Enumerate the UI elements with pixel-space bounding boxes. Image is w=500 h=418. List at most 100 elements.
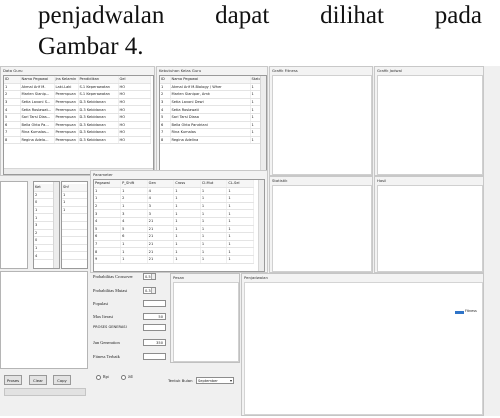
table-cell: Setia Lavoni Dewi <box>170 98 251 107</box>
bulan-select[interactable]: September ▾ <box>196 377 234 384</box>
table-row[interactable]: 7 1 21 1 1 1 <box>94 240 254 249</box>
table-row[interactable] <box>62 236 87 245</box>
clear-button[interactable]: Clear <box>29 375 47 385</box>
column-header[interactable]: Gel <box>118 76 151 84</box>
generation-input[interactable]: 350 <box>143 339 166 346</box>
column-header[interactable]: Cross <box>173 180 201 188</box>
guru-grid[interactable]: ID Nama Pegawai Jns Kelamin Pendidikan Gel 1 A… <box>3 75 154 175</box>
table-cell: Laki-Laki <box>54 83 79 92</box>
crossover-input[interactable]: 0.5 <box>143 273 156 280</box>
table-row[interactable] <box>62 229 87 238</box>
iterasi-input[interactable]: 50 <box>143 313 166 320</box>
table-cell: 1 <box>200 232 228 241</box>
table-row[interactable]: 124111 <box>94 194 254 203</box>
crossover-spinner[interactable] <box>151 274 155 279</box>
column-header[interactable]: CL.Sel <box>226 180 254 188</box>
column-header[interactable]: ID <box>4 76 21 84</box>
copy-button[interactable]: Copy <box>53 375 71 385</box>
column-header[interactable]: Gen <box>147 180 175 188</box>
table-row[interactable]: 5 Sari Tarsi Dias... Perempuan D.3 Kebidana… <box>4 113 151 122</box>
column-header[interactable]: Cl.Mut <box>200 180 228 188</box>
table-cell: D.3 Kebidanan <box>78 121 119 130</box>
table-row[interactable]: 2 Marlen Sianip... Perempuan S.1 Keperawata… <box>4 90 151 99</box>
table-row[interactable]: 4 Setia Roslawati 1 <box>160 105 264 114</box>
kelas-grid[interactable]: ID Nama Pegawai Status 1 Akmal Arif M.Biolog… <box>159 75 267 175</box>
table-cell: 1 <box>62 191 87 200</box>
table-row[interactable]: 6 Bella Okta Pa... Perempuan D.3 Kebidanan H… <box>4 121 151 130</box>
table-row[interactable]: 3 Setia Lavoni S... Perempuan D.3 Kebidanan… <box>4 98 151 107</box>
table-row[interactable]: 2 Marlen Sianipar, Amk 1 <box>160 90 264 99</box>
vertical-scrollbar[interactable] <box>260 76 266 174</box>
mutasi-input[interactable]: 0.3 <box>143 287 156 294</box>
bulan-label: Tentuk Bulan <box>168 378 193 383</box>
column-header[interactable]: Pegawai <box>94 180 122 188</box>
table-row[interactable]: 114111 <box>94 187 254 196</box>
table-row[interactable]: 333111 <box>94 209 254 218</box>
column-header[interactable]: P_Shift <box>120 180 148 188</box>
column-header[interactable]: Shf <box>62 184 87 192</box>
proses-button[interactable]: Proses <box>4 375 22 385</box>
iterasi-label: Max Iterasi <box>93 314 114 319</box>
table-row[interactable]: 1 Akmal Arif M. Laki-Laki S.1 Keperawatan HO <box>4 83 151 92</box>
table-cell <box>62 229 87 238</box>
fitness-output <box>143 353 166 360</box>
table-cell: 1 <box>160 83 171 92</box>
table-cell: Marlen Sianipar, Amk <box>170 90 251 99</box>
table-row[interactable]: 8 Regina Adela... Perempuan D.3 Kebidanan HO <box>4 136 151 145</box>
table-row[interactable]: 5 5 21 1 1 1 <box>94 225 254 234</box>
radio-option-2[interactable] <box>121 375 126 380</box>
bulan-value: September <box>198 379 218 383</box>
table-row[interactable]: 7 Rina Kumalas... Perempuan D.3 Kebidanan HO <box>4 128 151 137</box>
table-row[interactable]: 7 Rina Kumalas 1 <box>160 128 264 137</box>
mutasi-spinner[interactable] <box>151 288 155 293</box>
panel-hasil: Hasil <box>374 176 484 273</box>
table-row[interactable]: 4 4 21 1 1 1 <box>94 217 254 226</box>
table-cell: 1 <box>226 240 254 249</box>
column-header[interactable]: ID <box>160 76 171 84</box>
table-cell: Akmal Arif M.Biology / Wher <box>170 83 251 92</box>
populasi-input[interactable] <box>143 300 166 307</box>
table-row[interactable]: 1 <box>62 191 87 200</box>
log-box[interactable] <box>0 271 88 369</box>
table-row[interactable]: 8 1 21 1 1 1 <box>94 247 254 256</box>
table-row[interactable]: 1 Akmal Arif M.Biology / Wher 1 <box>160 83 264 92</box>
table-row[interactable]: 1 <box>62 206 87 215</box>
table-cell: 4 <box>120 217 148 226</box>
table-cell: Setia Roslawati <box>170 105 251 114</box>
radio-option-1[interactable] <box>96 375 101 380</box>
table-row[interactable]: 9 1 21 1 1 1 <box>94 255 254 264</box>
table-cell: 1 <box>200 217 228 226</box>
table-header-row: Shf <box>62 184 87 192</box>
table-row[interactable]: 8 Regina Adelina 1 <box>160 136 264 145</box>
document-text: penjadwalan dapat dilihat pada Gambar 4. <box>0 0 500 66</box>
proses-generasi-field <box>143 324 166 331</box>
table-row[interactable] <box>62 221 87 230</box>
table-row[interactable]: 4 Setia Roslawat... Perempuan D.3 Kebidanan… <box>4 105 151 114</box>
table-row[interactable] <box>62 213 87 222</box>
app-screenshot: Data Guru ID Nama Pegawai Jns Kelamin Pendi… <box>0 66 500 416</box>
table-row[interactable] <box>62 244 87 253</box>
table-row[interactable]: 6 6 21 1 1 1 <box>94 232 254 241</box>
table-row[interactable]: 1 <box>62 198 87 207</box>
table-cell: 1 <box>120 187 148 196</box>
table-cell: D.3 Kebidanan <box>78 113 119 122</box>
small-grid-2[interactable]: Shf 1 1 1 <box>61 181 88 269</box>
parameter-grid[interactable]: Pegawai P_Shift Gen Cross Cl.Mut CL.Sel 1 1 4 1 1 1… <box>93 179 265 272</box>
table-cell: 8 <box>94 247 122 256</box>
table-row[interactable]: 5 Sari Tarsi Diasa 1 <box>160 113 264 122</box>
guru-table: ID Nama Pegawai Jns Kelamin Pendidikan Gel 1 A… <box>4 76 151 145</box>
vertical-scrollbar[interactable] <box>53 182 59 268</box>
column-header[interactable]: Nama Pegawai <box>170 76 251 84</box>
table-row[interactable]: 213111 <box>94 202 254 211</box>
small-grid-1[interactable]: Ket 2 0 1 1 3 2 0 1 4 <box>33 181 60 269</box>
table-row[interactable]: 6 Bella Okta Pandriani 1 <box>160 121 264 130</box>
side-list-box[interactable] <box>0 181 28 269</box>
column-header[interactable]: Pendidikan <box>78 76 119 84</box>
pesan-area[interactable] <box>173 282 239 362</box>
vertical-scrollbar[interactable] <box>258 180 264 271</box>
table-row[interactable]: 3 Setia Lavoni Dewi 1 <box>160 98 264 107</box>
table-cell: 1 <box>62 206 87 215</box>
column-header[interactable]: Nama Pegawai <box>20 76 55 84</box>
table-row[interactable] <box>62 251 87 260</box>
column-header[interactable]: Jns Kelamin <box>54 76 79 84</box>
